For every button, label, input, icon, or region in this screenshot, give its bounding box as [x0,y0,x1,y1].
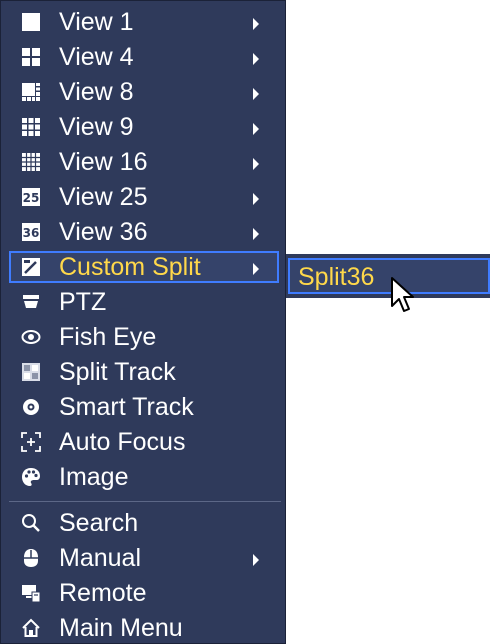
menu-divider [9,501,281,502]
menu-item-label: Fish Eye [59,323,157,351]
menu-item-image[interactable]: Image [9,461,279,493]
view-25-icon: 25 [22,188,40,206]
submenu-arrow-icon [253,228,259,240]
custom-split-submenu: Split36 [286,254,490,298]
menu-item-label: Custom Split [59,253,201,281]
menu-item-fish-eye[interactable]: Fish Eye [9,321,279,353]
view-16-icon [22,153,40,171]
menu-item-label: View 8 [59,78,134,106]
menu-item-label: View 4 [59,43,134,71]
remote-icon [22,585,41,603]
svg-text:36: 36 [23,226,40,240]
svg-text:25: 25 [23,191,40,205]
view-9-icon [22,118,40,136]
menu-item-label: Smart Track [59,393,194,421]
view-8-icon [22,83,40,101]
submenu-arrow-icon [253,123,259,135]
mouse-cursor-icon [391,277,414,312]
submenu-arrow-icon [253,18,259,30]
menu-item-ptz[interactable]: PTZ [9,286,279,318]
menu-item-label: Auto Focus [59,428,186,456]
menu-item-label: View 1 [59,8,134,36]
submenu-arrow-icon [253,53,259,65]
menu-item-view-16[interactable]: View 16 [9,146,279,178]
menu-item-search[interactable]: Search [9,507,279,539]
submenu-arrow-icon [253,88,259,100]
menu-item-label: Main Menu [59,614,183,642]
menu-item-view-36[interactable]: 36 View 36 [9,216,279,248]
view-4-icon [22,48,40,66]
submenu-item-split36[interactable]: Split36 [288,258,490,294]
menu-item-label: Manual [59,544,141,572]
context-menu: View 1 View 4 View 8 View 9 View 16 25 V… [0,0,286,644]
menu-item-auto-focus[interactable]: Auto Focus [9,426,279,458]
menu-item-view-25[interactable]: 25 View 25 [9,181,279,213]
submenu-item-label: Split36 [298,263,375,291]
fish-eye-icon [21,330,41,344]
menu-item-label: Split Track [59,358,176,386]
menu-item-manual[interactable]: Manual [9,542,279,574]
custom-split-icon [22,258,40,276]
auto-focus-icon [21,432,41,452]
search-icon [22,514,40,532]
menu-item-view-1[interactable]: View 1 [9,6,279,38]
menu-item-label: View 16 [59,148,148,176]
menu-item-remote[interactable]: Remote [9,577,279,609]
menu-item-split-track[interactable]: Split Track [9,356,279,388]
menu-item-label: View 25 [59,183,148,211]
smart-track-icon [23,399,39,415]
home-icon [22,618,40,637]
menu-item-view-4[interactable]: View 4 [9,41,279,73]
menu-item-view-8[interactable]: View 8 [9,76,279,108]
menu-item-label: Search [59,509,139,537]
menu-item-label: PTZ [59,288,107,316]
menu-item-smart-track[interactable]: Smart Track [9,391,279,423]
menu-item-view-9[interactable]: View 9 [9,111,279,143]
view-36-icon: 36 [22,223,40,241]
split-track-icon [22,363,40,381]
manual-icon [24,549,38,567]
submenu-arrow-icon [253,554,259,566]
submenu-arrow-icon [253,263,259,275]
menu-item-label: View 36 [59,218,148,246]
image-icon [22,468,40,486]
ptz-icon [23,295,39,308]
menu-item-label: Image [59,463,129,491]
menu-item-main-menu[interactable]: Main Menu [9,612,279,644]
submenu-arrow-icon [253,193,259,205]
menu-item-custom-split[interactable]: Custom Split [9,251,279,283]
view-1-icon [22,13,40,31]
submenu-arrow-icon [253,158,259,170]
menu-item-label: Remote [59,579,147,607]
menu-item-label: View 9 [59,113,134,141]
